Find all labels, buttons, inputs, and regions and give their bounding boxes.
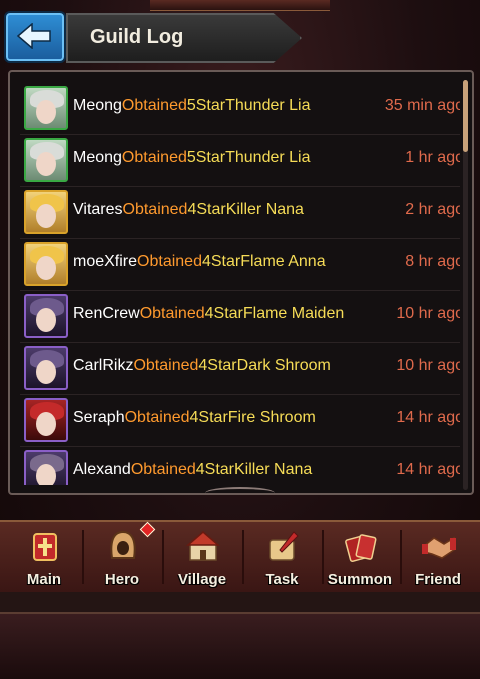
log-action: Obtained: [121, 149, 187, 166]
log-item: 4StarFlame Maiden: [204, 305, 345, 322]
log-time: 14 hr ago: [396, 461, 460, 478]
top-ornament: [150, 0, 330, 11]
cards-icon: [345, 534, 377, 562]
guild-log-list[interactable]: MeongObtained5StarThunder Lia 35 min ago…: [20, 82, 460, 485]
log-action: Obtained: [130, 461, 196, 478]
log-message: SeraphObtained4StarFire Shroom: [73, 409, 316, 427]
log-item: 4StarKiller Nana: [195, 461, 313, 478]
back-button[interactable]: [4, 11, 66, 63]
nav-label: Village: [177, 571, 227, 588]
log-item: 4StarFire Shroom: [189, 409, 316, 426]
avatar: [24, 138, 68, 182]
quill-scroll-icon: [269, 531, 299, 561]
log-time: 10 hr ago: [396, 357, 460, 374]
log-item: 5StarThunder Lia: [186, 149, 311, 166]
log-message: CarlRikzObtained4StarDark Shroom: [73, 357, 331, 375]
avatar: [24, 294, 68, 338]
player-name: RenCrew: [73, 305, 140, 322]
nav-label: Main: [26, 571, 62, 588]
title-bar: Guild Log: [66, 13, 302, 63]
nav-label: Hero: [104, 571, 140, 588]
player-name: CarlRikz: [73, 357, 134, 374]
nav-task[interactable]: Task: [242, 522, 322, 592]
nav-village[interactable]: Village: [162, 522, 242, 592]
log-message: moeXfireObtained4StarFlame Anna: [73, 253, 326, 271]
castle-shield-icon: [33, 533, 57, 561]
background-floor: [0, 614, 480, 679]
log-action: Obtained: [121, 97, 187, 114]
player-name: Seraph: [73, 409, 125, 426]
avatar: [24, 242, 68, 286]
nav-friend[interactable]: Friend: [398, 522, 478, 592]
player-name: Vitares: [73, 201, 123, 218]
log-action: Obtained: [122, 201, 188, 218]
avatar: [24, 190, 68, 234]
nav-main[interactable]: Main: [4, 522, 84, 592]
avatar: [24, 450, 68, 485]
log-row: MeongObtained5StarThunder Lia 35 min ago: [20, 82, 460, 135]
log-time: 1 hr ago: [405, 149, 460, 166]
log-row: CarlRikzObtained4StarDark Shroom 10 hr a…: [20, 342, 460, 395]
log-message: MeongObtained5StarThunder Lia: [73, 149, 311, 167]
avatar: [24, 86, 68, 130]
log-item: 4StarDark Shroom: [198, 357, 331, 374]
log-row: SeraphObtained4StarFire Shroom 14 hr ago: [20, 394, 460, 447]
page-title: Guild Log: [90, 26, 184, 48]
hooded-hero-icon: [110, 530, 136, 559]
nav-label: Friend: [415, 571, 461, 588]
panel-ornament: [205, 487, 275, 499]
log-time: 2 hr ago: [405, 201, 460, 218]
log-action: Obtained: [124, 409, 190, 426]
log-row: moeXfireObtained4StarFlame Anna 8 hr ago: [20, 238, 460, 291]
log-time: 14 hr ago: [396, 409, 460, 426]
nav-label: Summon: [327, 571, 393, 588]
guild-log-panel: MeongObtained5StarThunder Lia 35 min ago…: [8, 70, 474, 495]
log-row: MeongObtained5StarThunder Lia 1 hr ago: [20, 134, 460, 187]
village-castle-icon: [185, 531, 221, 561]
log-item: 4StarFlame Anna: [201, 253, 326, 270]
bottom-band: [0, 592, 480, 614]
log-row: VitaresObtained4StarKiller Nana 2 hr ago: [20, 186, 460, 239]
player-name: Alexand: [73, 461, 131, 478]
log-time: 10 hr ago: [396, 305, 460, 322]
log-action: Obtained: [139, 305, 205, 322]
scrollbar[interactable]: [463, 80, 468, 490]
log-message: AlexandObtained4StarKiller Nana: [73, 461, 312, 479]
log-message: MeongObtained5StarThunder Lia: [73, 97, 311, 115]
nav-summon[interactable]: Summon: [320, 522, 400, 592]
log-time: 8 hr ago: [405, 253, 460, 270]
handshake-icon: [422, 536, 456, 559]
player-name: Meong: [73, 97, 122, 114]
back-arrow-icon: [16, 23, 51, 49]
log-row: RenCrewObtained4StarFlame Maiden 10 hr a…: [20, 290, 460, 343]
log-action: Obtained: [133, 357, 199, 374]
bottom-nav: Main Hero Village Task Summon Friend: [0, 520, 480, 594]
log-action: Obtained: [137, 253, 202, 270]
log-time: 35 min ago: [384, 97, 460, 114]
log-item: 4StarKiller Nana: [187, 201, 304, 218]
log-item: 5StarThunder Lia: [186, 97, 311, 114]
player-name: moeXfire: [73, 253, 138, 270]
player-name: Meong: [73, 149, 122, 166]
avatar: [24, 398, 68, 442]
avatar: [24, 346, 68, 390]
log-message: RenCrewObtained4StarFlame Maiden: [73, 305, 344, 323]
log-message: VitaresObtained4StarKiller Nana: [73, 201, 304, 219]
scrollbar-thumb[interactable]: [463, 80, 468, 152]
log-row: AlexandObtained4StarKiller Nana 14 hr ag…: [20, 446, 460, 485]
nav-label: Task: [265, 571, 299, 588]
